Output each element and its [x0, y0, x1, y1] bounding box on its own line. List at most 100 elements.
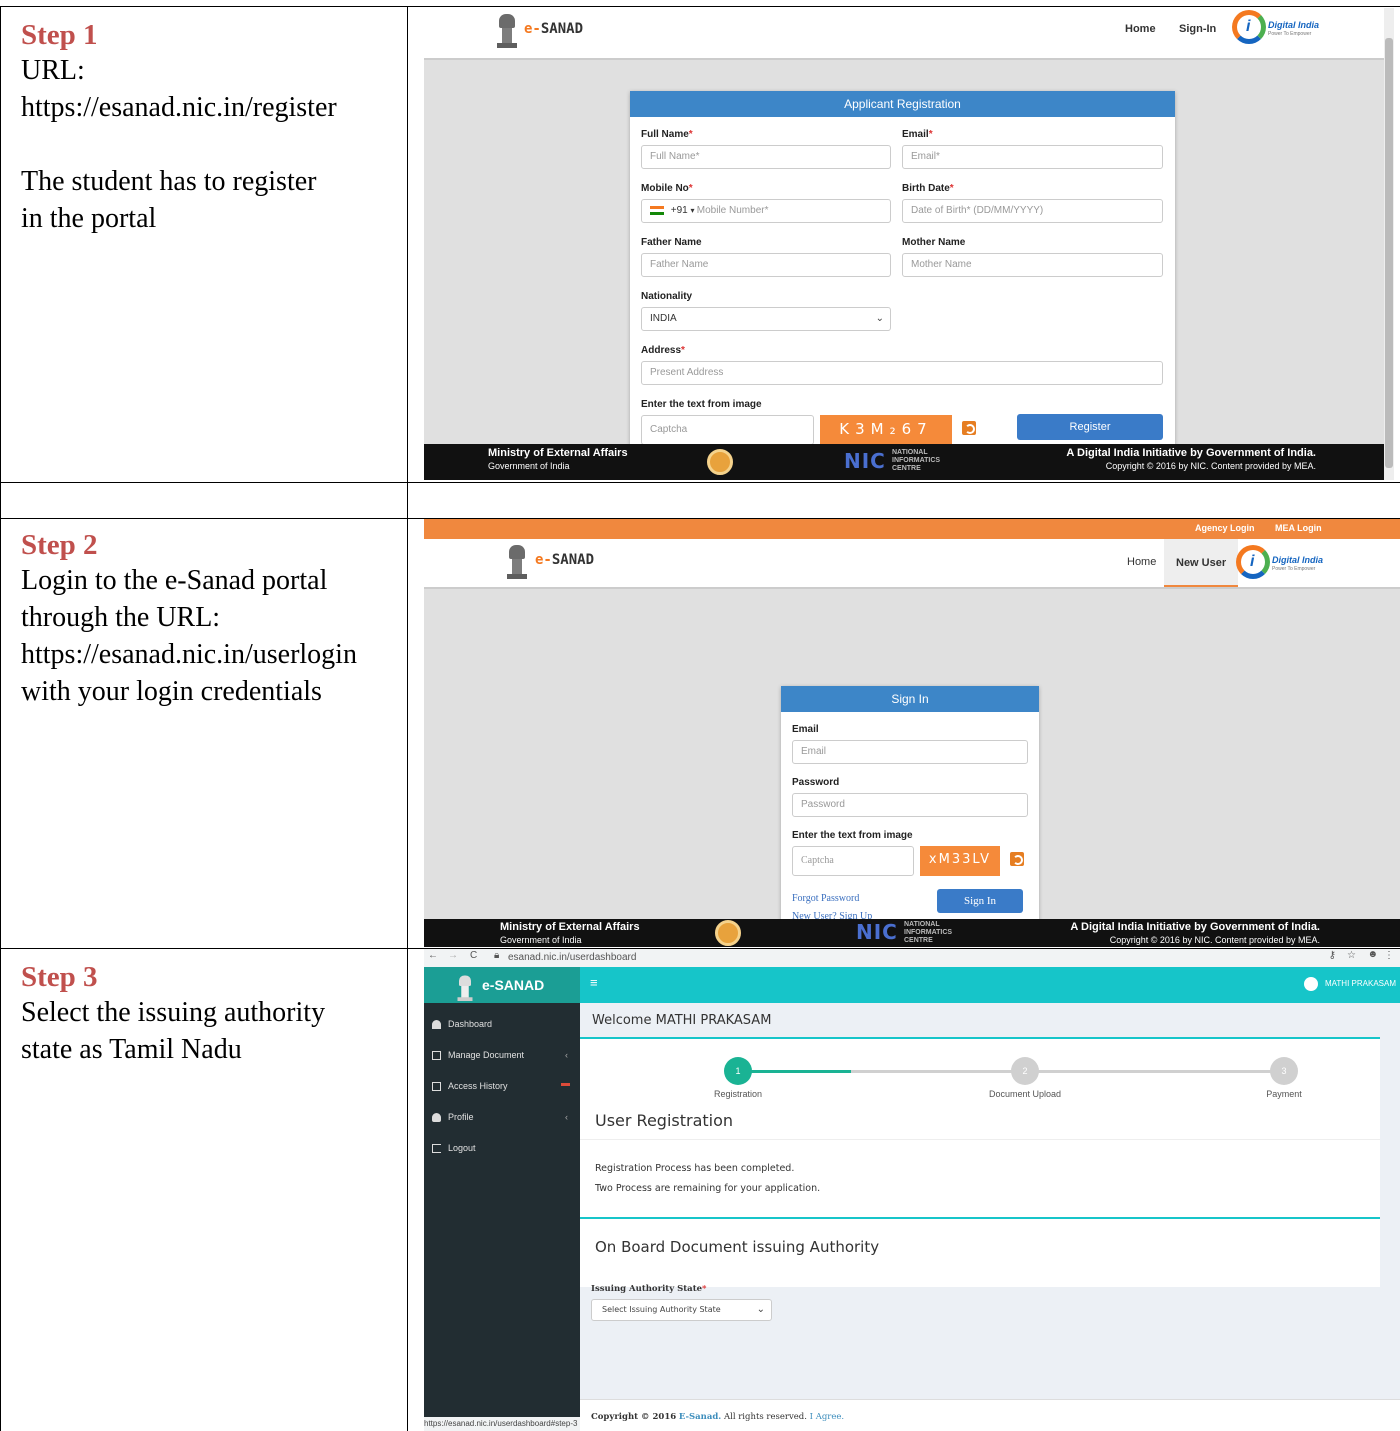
registration-screenshot: e-SANAD Home Sign-In i Digital India Pow…	[424, 8, 1394, 480]
step-2-cell: Step 2 Login to the e-Sanad portal throu…	[0, 520, 407, 710]
agency-login-link[interactable]: Agency Login	[1195, 523, 1255, 533]
key-icon[interactable]: ⚷	[1329, 950, 1336, 961]
signin-button[interactable]: Sign In	[937, 889, 1023, 913]
panel-title: Applicant Registration	[630, 91, 1175, 117]
password-input[interactable]: Password	[792, 793, 1028, 817]
address-input[interactable]: Present Address	[641, 361, 1163, 385]
calendar-icon	[432, 1082, 441, 1091]
captcha-input[interactable]: Captcha	[792, 846, 914, 876]
step-1-cell: Step 1 URL: https://esanad.nic.in/regist…	[0, 10, 407, 237]
step-2-line: with your login credentials	[21, 676, 322, 707]
site-logo[interactable]: e-SANAD	[524, 21, 583, 37]
country-code[interactable]: +91	[671, 205, 688, 216]
step-3-cell: Step 3 Select the issuing authority stat…	[0, 952, 407, 1068]
captcha-input[interactable]: Captcha	[641, 415, 814, 445]
table-icon	[432, 1051, 441, 1060]
nic-logo: NIC	[844, 449, 886, 473]
table-border-row1	[0, 482, 1400, 483]
browser-address-bar: ← → C 🔒︎ esanad.nic.in/userdashboard ⚷ ☆…	[424, 949, 1400, 967]
user-registration-title: User Registration	[595, 1111, 734, 1130]
father-name-label: Father Name	[641, 237, 702, 248]
footer-government: Government of India	[488, 461, 570, 471]
agree-link[interactable]: I Agree.	[810, 1412, 844, 1422]
mother-name-input[interactable]: Mother Name	[902, 253, 1163, 277]
mea-login-link[interactable]: MEA Login	[1275, 523, 1322, 533]
birth-date-input[interactable]: Date of Birth* (DD/MM/YYYY)	[902, 199, 1163, 223]
copyright-text: Copyright © 2016	[591, 1412, 677, 1422]
dashboard-content: Welcome MATHI PRAKASAM 1 2 3 Registratio…	[580, 1003, 1400, 1431]
registration-panel: Applicant Registration Full Name* Full N…	[630, 91, 1175, 471]
emblem-icon	[496, 14, 518, 50]
message-completed: Registration Process has been completed.	[595, 1163, 795, 1174]
nic-text: NATIONAL INFORMATICS CENTRE	[892, 449, 941, 472]
step-3-line: Select the issuing authority	[21, 997, 326, 1028]
table-border-top	[0, 6, 1400, 7]
full-name-input[interactable]: Full Name*	[641, 145, 891, 169]
nationality-select[interactable]: INDIA ⌄	[641, 307, 891, 331]
captcha-image: K3M₂67	[820, 415, 952, 445]
sidebar-item-logout[interactable]: Logout	[424, 1133, 580, 1164]
nav-home[interactable]: Home	[1127, 556, 1156, 568]
panel-title: Sign In	[781, 686, 1039, 712]
welcome-heading: Welcome MATHI PRAKASAM	[592, 1013, 772, 1028]
refresh-captcha-icon[interactable]	[962, 421, 976, 435]
mother-name-label: Mother Name	[902, 237, 966, 248]
signin-panel: Sign In Email Email Password Password En…	[781, 686, 1039, 926]
back-icon[interactable]: ←	[428, 950, 438, 961]
hamburger-icon[interactable]: ≡	[590, 975, 598, 990]
sidebar-item-profile[interactable]: Profile ‹	[424, 1102, 580, 1133]
father-name-input[interactable]: Father Name	[641, 253, 891, 277]
state-select[interactable]: Select Issuing Authority State ⌄	[591, 1299, 772, 1321]
forward-icon[interactable]: →	[448, 950, 458, 961]
signin-screenshot: Agency Login MEA Login e-SANAD Home New …	[424, 519, 1400, 947]
step-2-line: through the URL:	[21, 602, 221, 633]
step-dot-payment[interactable]: 3	[1270, 1057, 1298, 1085]
digital-india-logo: i Digital India Power To Empower	[1232, 10, 1319, 44]
step-1-line: https://esanad.nic.in/register	[21, 92, 337, 123]
menu-dots-icon[interactable]: ⋮	[1384, 950, 1394, 961]
user-name[interactable]: MATHI PRAKASAM	[1325, 979, 1396, 988]
copyright-brand-link[interactable]: E-Sanad.	[679, 1412, 721, 1422]
mobile-input[interactable]: +91 ▾ Mobile Number*	[641, 199, 891, 223]
chevron-left-icon: ‹	[565, 1050, 568, 1060]
extension-icon[interactable]: ☻	[1367, 949, 1378, 960]
emblem-icon	[457, 975, 474, 1003]
user-avatar-icon[interactable]	[1304, 977, 1318, 991]
sidebar-item-manage-document[interactable]: Manage Document ‹	[424, 1040, 580, 1071]
footer-ministry: Ministry of External Affairs	[488, 447, 628, 459]
rights-text: All rights reserved.	[723, 1412, 807, 1422]
footer-initiative: A Digital India Initiative by Government…	[1066, 447, 1316, 459]
scrollbar[interactable]	[1384, 8, 1394, 480]
password-label: Password	[792, 777, 840, 788]
star-icon[interactable]: ☆	[1347, 950, 1356, 961]
url-field[interactable]: esanad.nic.in/userdashboard	[508, 952, 636, 963]
refresh-captcha-icon[interactable]	[1010, 852, 1024, 866]
nav-new-user[interactable]: New User	[1164, 539, 1239, 587]
site-logo[interactable]: e-SANAD	[535, 552, 594, 568]
reload-icon[interactable]: C	[470, 950, 477, 961]
forgot-password-link[interactable]: Forgot Password	[792, 893, 859, 904]
sidebar-item-dashboard[interactable]: Dashboard	[424, 1009, 580, 1040]
site-header: e-SANAD Home New User i Digital India Po…	[424, 539, 1400, 589]
captcha-label: Enter the text from image	[792, 830, 913, 841]
footer-initiative: A Digital India Initiative by Government…	[1070, 921, 1320, 933]
site-footer: Ministry of External Affairs Government …	[424, 919, 1400, 947]
sidebar-item-access-history[interactable]: Access History	[424, 1071, 580, 1102]
email-input[interactable]: Email*	[902, 145, 1163, 169]
status-url: https://esanad.nic.in/userdashboard#step…	[424, 1417, 582, 1431]
step-dot-document-upload[interactable]: 2	[1011, 1057, 1039, 1085]
sidebar-brand[interactable]: e-SANAD	[424, 967, 580, 1003]
birth-date-label: Birth Date*	[902, 183, 954, 194]
lock-icon: 🔒︎	[494, 950, 500, 961]
step-label-document-upload: Document Upload	[988, 1089, 1062, 1099]
step-3-line: state as Tamil Nadu	[21, 1034, 242, 1065]
nav-home[interactable]: Home	[1125, 23, 1156, 35]
captcha-image: xM33LV	[920, 846, 1000, 876]
step-dot-registration[interactable]: 1	[724, 1057, 752, 1085]
email-input[interactable]: Email	[792, 740, 1028, 764]
nav-sign-in[interactable]: Sign-In	[1179, 23, 1216, 35]
dashboard-screenshot: ← → C 🔒︎ esanad.nic.in/userdashboard ⚷ ☆…	[424, 949, 1400, 1431]
step-1-line: The student has to register	[21, 166, 317, 197]
step-1-line: in the portal	[21, 203, 157, 234]
register-button[interactable]: Register	[1017, 414, 1163, 440]
